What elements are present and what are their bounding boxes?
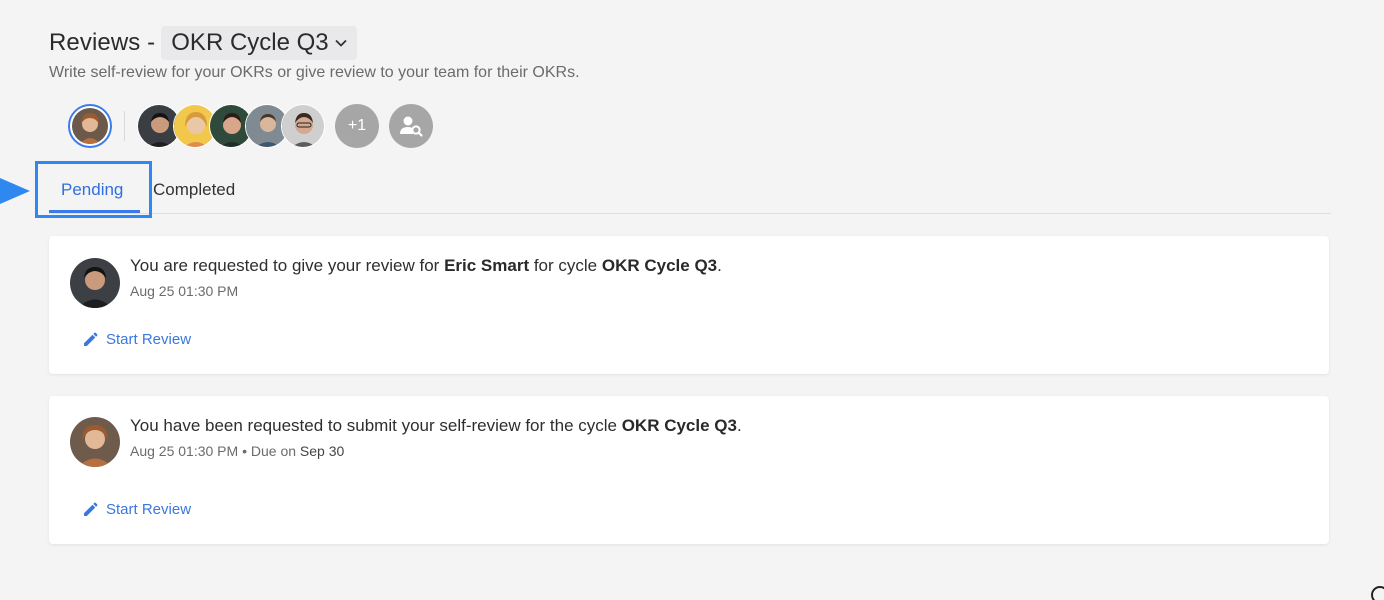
review-message: You are requested to give your review fo… bbox=[130, 256, 722, 275]
team-avatar[interactable] bbox=[281, 104, 325, 148]
review-timestamp: Aug 25 01:30 PM • Due on Sep 30 bbox=[130, 443, 345, 459]
start-review-button[interactable]: Start Review bbox=[82, 331, 191, 348]
pencil-icon bbox=[84, 502, 98, 516]
tab-pending[interactable]: Pending bbox=[61, 180, 123, 200]
tab-completed[interactable]: Completed bbox=[153, 180, 235, 200]
self-review-card: You have been requested to submit your s… bbox=[49, 396, 1329, 544]
reviewee-name: Eric Smart bbox=[444, 256, 530, 275]
people-filter: +1 bbox=[68, 103, 433, 149]
page-header: Reviews - OKR Cycle Q3 Write self-review… bbox=[49, 26, 580, 82]
more-people-badge[interactable]: +1 bbox=[335, 104, 379, 148]
avatar bbox=[72, 108, 108, 144]
page-subtitle: Write self-review for your OKRs or give … bbox=[49, 64, 580, 81]
chevron-down-icon bbox=[335, 39, 347, 47]
title-row: Reviews - OKR Cycle Q3 bbox=[49, 26, 580, 60]
start-review-label: Start Review bbox=[106, 331, 192, 348]
avatar bbox=[70, 258, 120, 308]
active-tab-indicator bbox=[49, 210, 140, 213]
review-tabs: Pending Completed bbox=[49, 170, 1331, 214]
pencil-icon bbox=[84, 332, 98, 346]
help-icon[interactable] bbox=[1370, 585, 1384, 600]
due-date: Sep 30 bbox=[299, 443, 345, 459]
team-avatars bbox=[137, 104, 325, 148]
review-timestamp: Aug 25 01:30 PM bbox=[130, 283, 239, 299]
page-title: Reviews - bbox=[49, 29, 156, 56]
start-review-label: Start Review bbox=[106, 501, 192, 518]
divider bbox=[124, 111, 125, 141]
cycle-dropdown[interactable]: OKR Cycle Q3 bbox=[161, 26, 357, 60]
pointer-arrow-icon bbox=[0, 178, 30, 204]
cycle-name: OKR Cycle Q3 bbox=[621, 416, 737, 435]
avatar bbox=[70, 417, 120, 467]
review-request-card: You are requested to give your review fo… bbox=[49, 236, 1329, 374]
start-review-button[interactable]: Start Review bbox=[82, 501, 191, 518]
person-search-icon[interactable] bbox=[389, 104, 433, 148]
self-avatar[interactable] bbox=[68, 104, 112, 148]
review-message: You have been requested to submit your s… bbox=[130, 416, 742, 435]
cycle-name: OKR Cycle Q3 bbox=[601, 256, 718, 275]
cycle-name: OKR Cycle Q3 bbox=[171, 29, 329, 56]
